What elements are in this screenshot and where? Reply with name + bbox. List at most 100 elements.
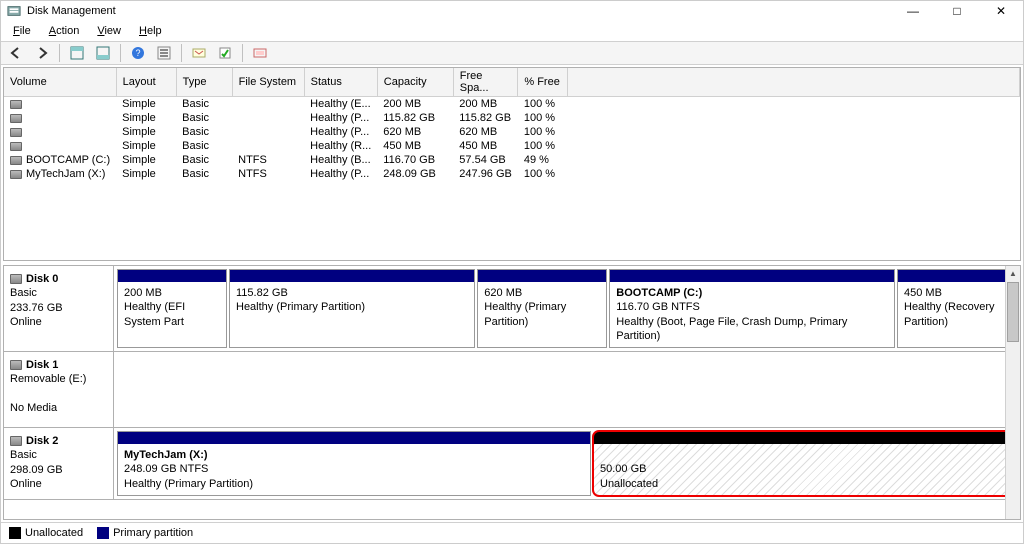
window-title: Disk Management <box>27 5 116 17</box>
part-status: Healthy (Primary Partition) <box>124 478 253 490</box>
part-size: 115.82 GB <box>236 287 288 299</box>
part-status: Healthy (Primary Partition) <box>484 301 566 327</box>
disk0-part0[interactable]: 200 MB Healthy (EFI System Part <box>117 269 227 348</box>
disk2-part0[interactable]: MyTechJam (X:) 248.09 GB NTFS Healthy (P… <box>117 431 591 496</box>
volume-icon <box>10 156 22 165</box>
disk0-part3[interactable]: BOOTCAMP (C:) 116.70 GB NTFS Healthy (Bo… <box>609 269 895 348</box>
disk0-state: Online <box>10 316 42 328</box>
partition-bar <box>230 270 474 282</box>
partition-bar <box>118 270 226 282</box>
menubar: File Action View Help <box>1 21 1023 41</box>
svg-text:?: ? <box>135 48 140 58</box>
partition-bar <box>898 270 1016 282</box>
part-size: 620 MB <box>484 287 522 299</box>
disk-graphical-pane: Disk 0 Basic 233.76 GB Online 200 MB Hea… <box>3 265 1021 520</box>
part-size: 50.00 GB <box>600 463 646 475</box>
table-row[interactable]: SimpleBasicHealthy (P...620 MB620 MB100 … <box>4 125 1020 139</box>
disk1-state: No Media <box>10 402 57 414</box>
disk2-title: Disk 2 <box>26 435 58 447</box>
legend-primary: Primary partition <box>97 527 193 539</box>
volume-table[interactable]: Volume Layout Type File System Status Ca… <box>4 68 1020 181</box>
col-type[interactable]: Type <box>176 68 232 97</box>
partition-bar <box>610 270 894 282</box>
help-button[interactable]: ? <box>127 43 149 63</box>
disk0-part2[interactable]: 620 MB Healthy (Primary Partition) <box>477 269 607 348</box>
partition-bar <box>478 270 606 282</box>
menu-help[interactable]: Help <box>135 23 166 39</box>
col-status[interactable]: Status <box>304 68 377 97</box>
col-pctfree[interactable]: % Free <box>518 68 568 97</box>
new-partition-button[interactable] <box>249 43 271 63</box>
col-filesystem[interactable]: File System <box>232 68 304 97</box>
disk2-state: Online <box>10 478 42 490</box>
disk2-info: Disk 2 Basic 298.09 GB Online <box>4 428 114 499</box>
refresh-button[interactable] <box>153 43 175 63</box>
view-top-button[interactable] <box>66 43 88 63</box>
volume-icon <box>10 128 22 137</box>
col-capacity[interactable]: Capacity <box>377 68 453 97</box>
disk0-type: Basic <box>10 287 37 299</box>
table-row[interactable]: SimpleBasicHealthy (P...115.82 GB115.82 … <box>4 111 1020 125</box>
table-row[interactable]: MyTechJam (X:)SimpleBasicNTFSHealthy (P.… <box>4 167 1020 181</box>
part-status: Healthy (Primary Partition) <box>236 301 365 313</box>
part-status: Healthy (EFI System Part <box>124 301 185 327</box>
close-button[interactable]: ✕ <box>979 1 1023 21</box>
disk0-size: 233.76 GB <box>10 302 63 314</box>
partition-bar <box>118 432 590 444</box>
col-filler <box>568 68 1020 97</box>
disk-icon <box>10 436 22 446</box>
volume-icon <box>10 100 22 109</box>
vertical-scrollbar[interactable]: ▲ <box>1005 266 1020 519</box>
part-label: BOOTCAMP (C:) <box>616 287 702 299</box>
maximize-button[interactable]: □ <box>935 1 979 21</box>
disk1-info: Disk 1 Removable (E:) No Media <box>4 352 114 427</box>
part-status: Healthy (Boot, Page File, Crash Dump, Pr… <box>616 316 847 342</box>
table-header-row: Volume Layout Type File System Status Ca… <box>4 68 1020 97</box>
view-bottom-button[interactable] <box>92 43 114 63</box>
disk-row-0[interactable]: Disk 0 Basic 233.76 GB Online 200 MB Hea… <box>4 266 1020 352</box>
col-freespace[interactable]: Free Spa... <box>453 68 518 97</box>
disk0-info: Disk 0 Basic 233.76 GB Online <box>4 266 114 351</box>
volume-icon <box>10 114 22 123</box>
disk0-part1[interactable]: 115.82 GB Healthy (Primary Partition) <box>229 269 475 348</box>
scroll-up-icon[interactable]: ▲ <box>1006 266 1020 281</box>
menu-action[interactable]: Action <box>45 23 84 39</box>
toolbar: ? <box>1 41 1023 65</box>
col-volume[interactable]: Volume <box>4 68 116 97</box>
menu-file[interactable]: File <box>9 23 35 39</box>
disk0-title: Disk 0 <box>26 273 58 285</box>
table-row[interactable]: SimpleBasicHealthy (R...450 MB450 MB100 … <box>4 139 1020 153</box>
disk2-type: Basic <box>10 449 37 461</box>
disk0-part4[interactable]: 450 MB Healthy (Recovery Partition) <box>897 269 1017 348</box>
properties-button[interactable] <box>214 43 236 63</box>
part-size: 248.09 GB NTFS <box>124 463 208 475</box>
forward-button[interactable] <box>31 43 53 63</box>
disk-row-2[interactable]: Disk 2 Basic 298.09 GB Online MyTechJam … <box>4 428 1020 500</box>
app-icon <box>7 4 21 18</box>
titlebar: Disk Management ― □ ✕ <box>1 1 1023 21</box>
disk2-part1-unallocated[interactable]: 50.00 GB Unallocated <box>593 431 1017 496</box>
part-size: 200 MB <box>124 287 162 299</box>
disk-icon <box>10 274 22 284</box>
rescan-button[interactable] <box>188 43 210 63</box>
scroll-thumb[interactable] <box>1007 282 1019 342</box>
part-status: Healthy (Recovery Partition) <box>904 301 994 327</box>
volume-list-pane: Volume Layout Type File System Status Ca… <box>3 67 1021 261</box>
table-row[interactable]: SimpleBasicHealthy (E...200 MB200 MB100 … <box>4 97 1020 112</box>
col-layout[interactable]: Layout <box>116 68 176 97</box>
part-label: MyTechJam (X:) <box>124 449 208 461</box>
disk-icon <box>10 360 22 370</box>
minimize-button[interactable]: ― <box>891 1 935 21</box>
disk-row-1[interactable]: Disk 1 Removable (E:) No Media <box>4 352 1020 428</box>
legend-unallocated: Unallocated <box>9 527 83 539</box>
disk1-type: Removable (E:) <box>10 373 86 385</box>
legend: Unallocated Primary partition <box>1 522 1023 543</box>
menu-view[interactable]: View <box>93 23 125 39</box>
part-status: Unallocated <box>600 478 658 490</box>
disk1-title: Disk 1 <box>26 359 58 371</box>
back-button[interactable] <box>5 43 27 63</box>
partition-bar-unallocated <box>594 432 1016 444</box>
table-row[interactable]: BOOTCAMP (C:)SimpleBasicNTFSHealthy (B..… <box>4 153 1020 167</box>
volume-icon <box>10 170 22 179</box>
volume-icon <box>10 142 22 151</box>
